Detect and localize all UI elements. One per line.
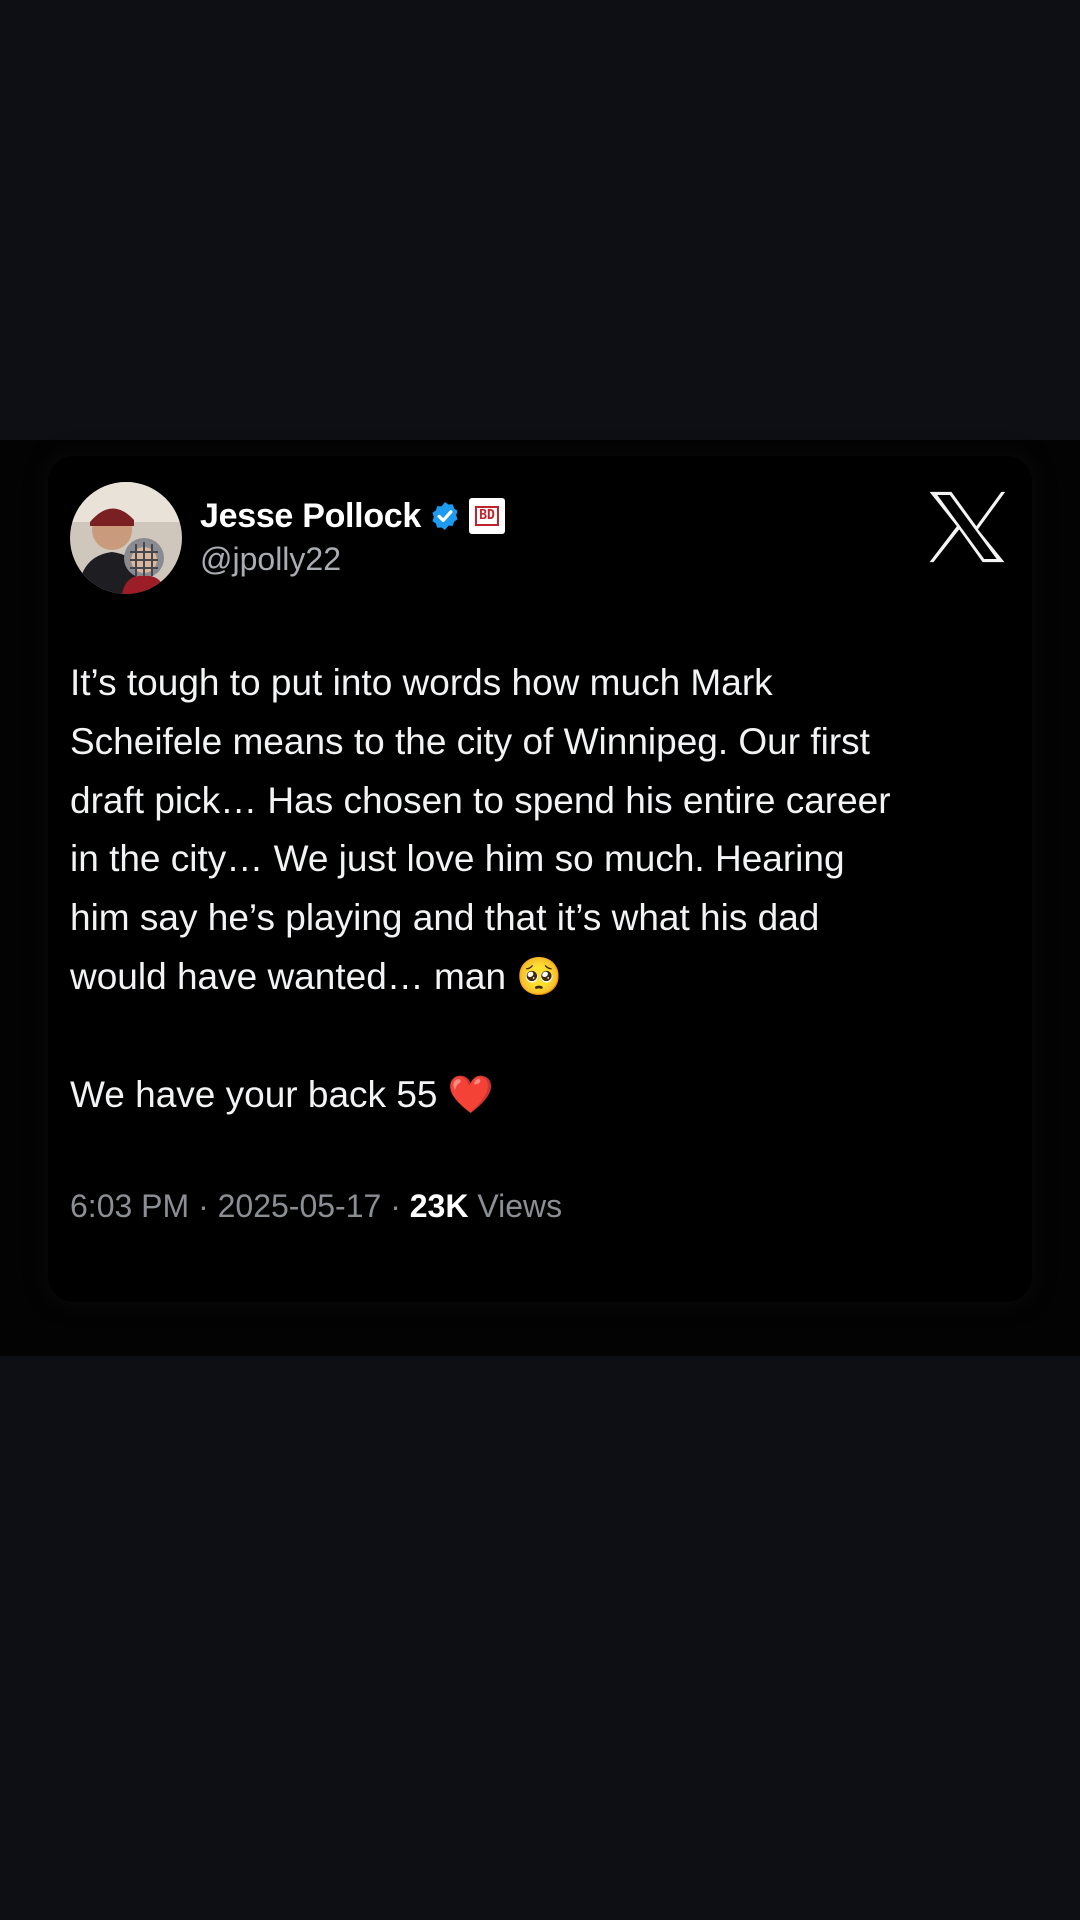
tweet-text: It’s tough to put into words how much Ma… xyxy=(70,654,1030,1124)
avatar[interactable] xyxy=(70,482,182,594)
tweet-time[interactable]: 6:03 PM xyxy=(70,1188,189,1224)
tweet-meta: 6:03 PM · 2025-05-17 · 23K Views xyxy=(70,1188,562,1225)
author-row: Jesse Pollock BD xyxy=(200,492,506,540)
tweet-closing-line: We have your back 55 xyxy=(70,1073,438,1115)
author-name[interactable]: Jesse Pollock xyxy=(200,497,421,536)
tweet-line-1: It’s tough to put into words how much Ma… xyxy=(70,662,773,703)
affiliate-badge[interactable]: BD xyxy=(469,498,506,534)
meta-separator: · xyxy=(390,1188,401,1224)
pleading-face-emoji: 🥺 xyxy=(516,954,563,998)
affiliate-badge-text: BD xyxy=(475,506,499,526)
views-label: Views xyxy=(477,1188,563,1224)
x-logo-icon xyxy=(929,491,1006,563)
tweet-line-3: draft pick… Has chosen to spend his enti… xyxy=(70,779,891,821)
tweet-line-2: Scheifele means to the city of Winnipeg.… xyxy=(70,720,870,762)
author-handle[interactable]: @jpolly22 xyxy=(200,541,341,578)
views-count[interactable]: 23K xyxy=(410,1188,469,1224)
meta-separator: · xyxy=(198,1188,209,1224)
tweet-line-6: would have wanted… man xyxy=(70,955,507,997)
tweet-line-5: him say he’s playing and that it’s what … xyxy=(70,897,820,939)
red-heart-emoji: ❤️ xyxy=(447,1072,494,1116)
verified-badge-icon xyxy=(432,502,458,530)
tweet-line-4: in the city… We just love him so much. H… xyxy=(70,838,845,880)
tweet-date[interactable]: 2025-05-17 xyxy=(218,1188,382,1224)
